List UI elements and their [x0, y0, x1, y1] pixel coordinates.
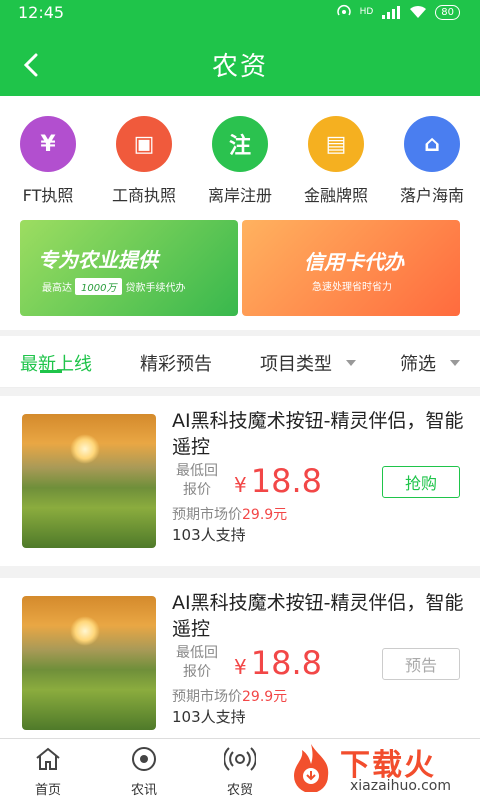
- fire-logo-icon: [294, 744, 329, 792]
- tab-preview[interactable]: 精彩预告: [140, 350, 212, 376]
- quick-item-label: 金融牌照: [303, 186, 368, 205]
- tab-label: 精彩预告: [140, 354, 212, 375]
- caret-down-icon: [346, 360, 356, 366]
- market-price: 预期市场价29.9元: [172, 507, 288, 523]
- product-card[interactable]: AI黑科技魔术按钮-精灵伴侣，智能遥控 最低回报价 ¥18.8 预告 预期市场价…: [0, 578, 480, 748]
- nav-home[interactable]: 首页: [8, 745, 88, 798]
- watermark: 下载火 xiazaihuo.com: [280, 736, 480, 800]
- quick-item-ft-license[interactable]: ¥ FT执照: [0, 116, 96, 206]
- product-price: ¥18.8: [234, 462, 322, 500]
- buy-button[interactable]: 抢购: [382, 466, 460, 498]
- quick-item-label: 离岸注册: [207, 186, 272, 205]
- home-icon: [36, 747, 60, 770]
- wallet-icon: ▤: [308, 116, 364, 172]
- quick-item-settle-hainan[interactable]: ⌂ 落户海南: [384, 116, 480, 206]
- battery-level: 80: [435, 4, 460, 20]
- banner-agri-loan[interactable]: 专为农业提供 最高达 1000万 贷款手续代办: [20, 220, 238, 316]
- banner-title: 信用卡代办: [304, 250, 404, 274]
- tab-project-type[interactable]: 项目类型: [260, 350, 356, 376]
- banner-title: 专为农业提供: [38, 248, 158, 272]
- filter-tabs: 最新上线 精彩预告 项目类型 筛选: [0, 336, 480, 388]
- id-card-icon: ▣: [116, 116, 172, 172]
- market-price: 预期市场价29.9元: [172, 689, 288, 705]
- banner-subtitle: 急速处理省时省力: [312, 282, 392, 293]
- product-image: [22, 414, 156, 548]
- product-card[interactable]: AI黑科技魔术按钮-精灵伴侣，智能遥控 最低回报价 ¥18.8 抢购 预期市场价…: [0, 396, 480, 566]
- tab-label: 筛选: [400, 354, 436, 375]
- atm-icon: ¥: [20, 116, 76, 172]
- supporters-count: 103人支持: [172, 708, 246, 726]
- quick-item-finance-license[interactable]: ▤ 金融牌照: [288, 116, 384, 206]
- nav-label: 农贸: [226, 783, 253, 798]
- broadcast-icon: [224, 747, 256, 771]
- page-title: 农资: [211, 52, 268, 82]
- tab-label: 项目类型: [260, 354, 332, 375]
- app-header: 12:45 HD 80 农资: [0, 0, 480, 96]
- news-icon: [132, 747, 156, 771]
- quick-item-label: 落户海南: [399, 186, 464, 205]
- supporters-count: 103人支持: [172, 526, 246, 544]
- nav-trade[interactable]: 农贸: [200, 745, 280, 798]
- tab-filter[interactable]: 筛选: [400, 350, 460, 376]
- nav-label: 农讯: [130, 783, 157, 798]
- quick-item-label: FT执照: [22, 186, 74, 205]
- banner-subtitle: 最高达 1000万 贷款手续代办: [42, 278, 185, 295]
- home-icon: ⌂: [404, 116, 460, 172]
- status-time: 12:45: [18, 3, 65, 22]
- status-icons: HD 80: [336, 4, 460, 20]
- nav-label: 首页: [34, 783, 61, 798]
- preview-button[interactable]: 预告: [382, 648, 460, 680]
- hotspot-icon: [336, 5, 351, 16]
- signal-icon: [382, 6, 401, 19]
- register-icon: 注: [212, 116, 268, 172]
- wifi-icon: [410, 5, 427, 18]
- network-type: HD: [359, 7, 374, 17]
- status-bar: 12:45 HD 80: [0, 0, 480, 26]
- product-title: AI黑科技魔术按钮-精灵伴侣，智能遥控: [172, 592, 464, 640]
- quick-item-offshore-register[interactable]: 注 离岸注册: [192, 116, 288, 206]
- product-price: ¥18.8: [234, 644, 322, 682]
- watermark-url: xiazaihuo.com: [350, 778, 451, 794]
- lowest-price-label: 最低回报价: [176, 645, 218, 680]
- lowest-price-label: 最低回报价: [176, 463, 218, 498]
- nav-news[interactable]: 农讯: [104, 745, 184, 798]
- caret-down-icon: [450, 360, 460, 366]
- product-image: [22, 596, 156, 730]
- quick-access-panel: ¥ FT执照 ▣ 工商执照 注 离岸注册 ▤ 金融牌照 ⌂ 落户海南 专为农业提…: [0, 96, 480, 330]
- active-tab-indicator: [40, 370, 62, 373]
- product-title: AI黑科技魔术按钮-精灵伴侣，智能遥控: [172, 410, 464, 458]
- quick-item-label: 工商执照: [111, 186, 176, 205]
- banner-credit-card[interactable]: 信用卡代办 急速处理省时省力: [242, 220, 460, 316]
- quick-item-business-license[interactable]: ▣ 工商执照: [96, 116, 192, 206]
